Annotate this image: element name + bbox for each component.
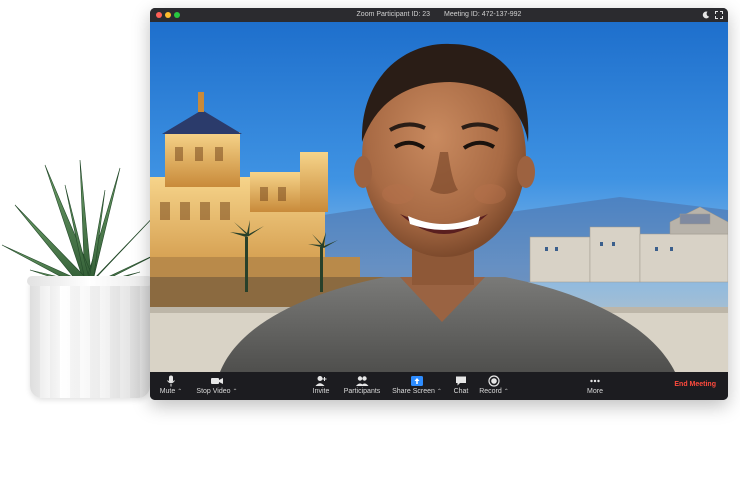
zoom-meeting-window: Zoom Participant ID: 23 Meeting ID: 472-… [150, 8, 728, 400]
record-label: Record [479, 388, 502, 395]
more-label: More [587, 388, 603, 395]
participants-button[interactable]: Participants [341, 375, 383, 399]
chat-button[interactable]: Chat [450, 375, 472, 399]
chevron-up-icon[interactable]: ⌃ [177, 389, 182, 395]
chevron-up-icon[interactable]: ⌃ [233, 389, 238, 395]
fullscreen-icon[interactable] [715, 11, 723, 19]
window-title: Zoom Participant ID: 23 Meeting ID: 472-… [150, 11, 728, 18]
plant-pot [27, 276, 153, 398]
chevron-up-icon[interactable]: ⌃ [504, 389, 509, 395]
meeting-id-label: Meeting ID: 472-137-992 [444, 11, 522, 18]
video-feed [150, 22, 728, 372]
meeting-toolbar: Mute ⌃ Stop Video ⌃ Invite Participants … [150, 372, 728, 400]
participant-id-label: Zoom Participant ID: 23 [356, 11, 431, 18]
camera-icon [192, 375, 242, 387]
share-screen-label: Share Screen [392, 388, 435, 395]
moon-icon[interactable] [702, 11, 710, 19]
share-screen-icon [390, 375, 444, 387]
app-stage: Zoom Participant ID: 23 Meeting ID: 472-… [0, 0, 740, 477]
participants-label: Participants [343, 388, 381, 395]
more-dots-icon [584, 375, 606, 387]
chevron-up-icon[interactable]: ⌃ [437, 389, 442, 395]
people-icon [341, 375, 383, 387]
record-button[interactable]: Record ⌃ [478, 375, 510, 399]
more-button[interactable]: More [584, 375, 606, 399]
stop-video-label: Stop Video [196, 388, 231, 395]
end-meeting-button[interactable]: End Meeting [674, 381, 716, 388]
share-screen-button[interactable]: Share Screen ⌃ [390, 375, 444, 399]
microphone-icon [156, 375, 186, 387]
mute-label: Mute [159, 388, 176, 395]
virtual-background-scene [150, 22, 728, 372]
stop-video-button[interactable]: Stop Video ⌃ [192, 375, 242, 399]
record-icon [478, 375, 510, 387]
chat-bubble-icon [450, 375, 472, 387]
plant-decoration [0, 150, 170, 400]
invite-button[interactable]: Invite [310, 375, 332, 399]
mute-button[interactable]: Mute ⌃ [156, 375, 186, 399]
add-person-icon [310, 375, 332, 387]
title-bar: Zoom Participant ID: 23 Meeting ID: 472-… [150, 8, 728, 22]
invite-label: Invite [312, 388, 330, 395]
chat-label: Chat [453, 388, 469, 395]
